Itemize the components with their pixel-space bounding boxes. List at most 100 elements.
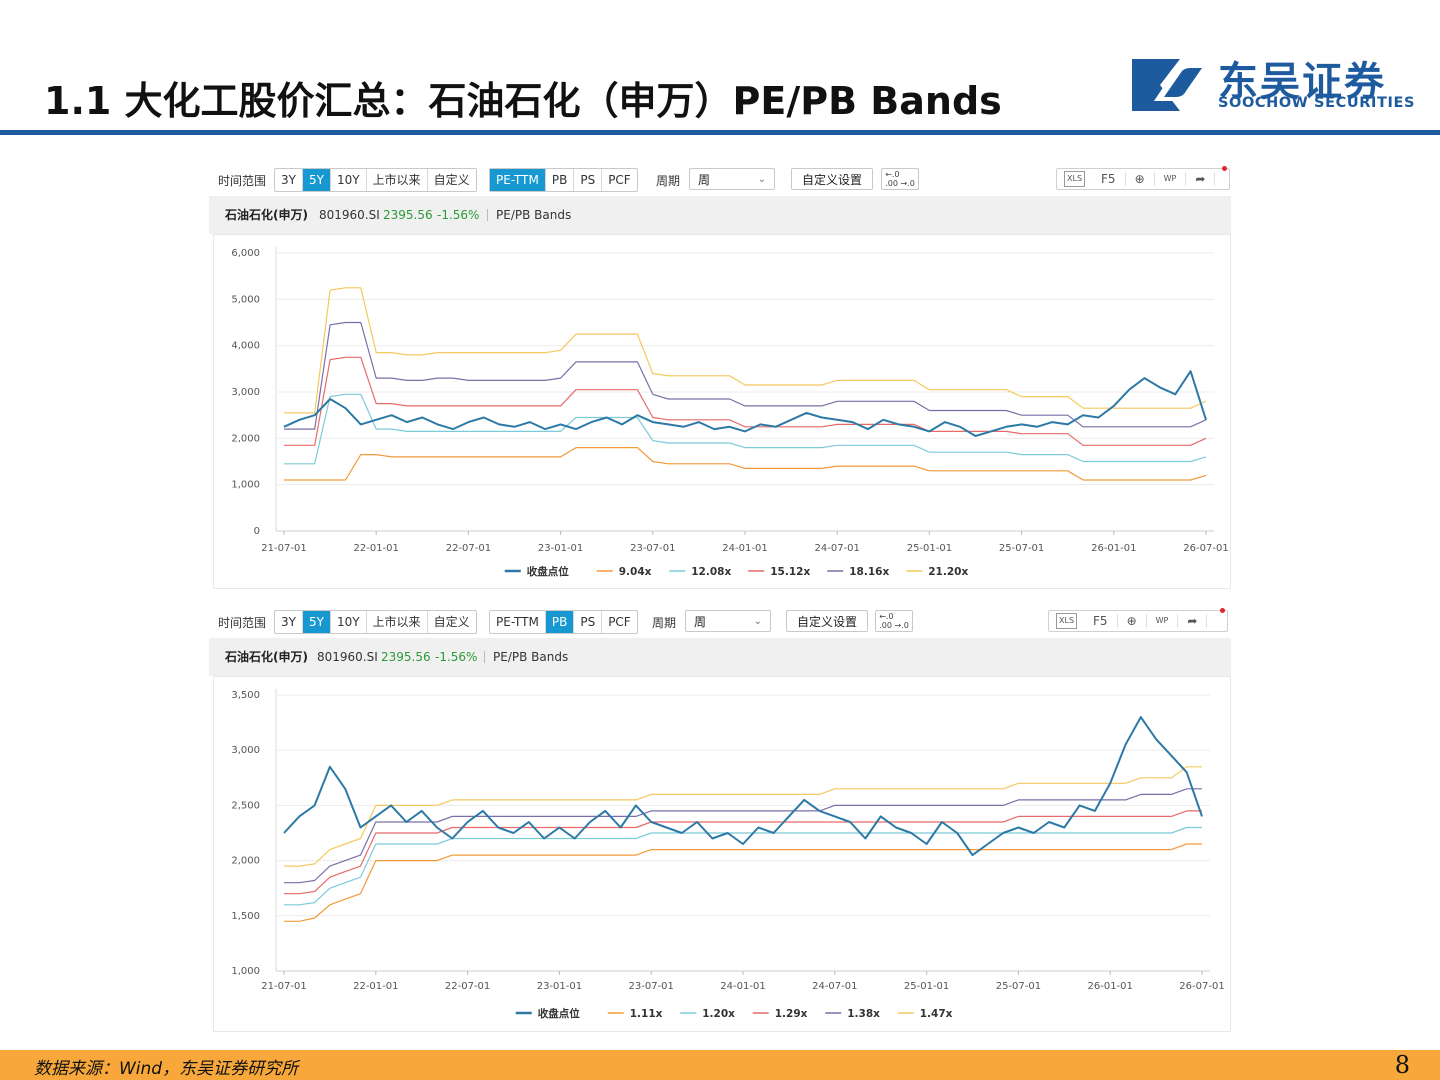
- x-tick-label: 24-01-01: [720, 981, 765, 992]
- legend-label: 1.11x: [630, 1008, 663, 1020]
- series-line-band: [284, 447, 1207, 481]
- period-select[interactable]: 周 ⌄: [685, 610, 771, 632]
- period-select-value: 周: [698, 173, 711, 187]
- range-3y-button[interactable]: 3Y: [275, 169, 303, 191]
- metric-group: PE-TTM PB PS PCF: [489, 610, 638, 634]
- metric-pb-button[interactable]: PB: [545, 611, 575, 633]
- x-tick-label: 25-07-01: [999, 543, 1044, 554]
- y-tick-label: 1,500: [231, 911, 260, 922]
- period-label: 周期: [652, 616, 677, 630]
- zoom-in-icon[interactable]: ⊕: [1126, 172, 1155, 186]
- notification-dot: [1220, 608, 1225, 613]
- legend-label: 21.20x: [928, 566, 968, 578]
- range-5y-button[interactable]: 5Y: [302, 611, 331, 633]
- range-3y-button[interactable]: 3Y: [275, 611, 303, 633]
- security-price: 2395.56: [381, 650, 431, 664]
- pb-chart-box: 1,000 1,500 2,000 2,500 3,000 3,500 21-07-01 22…: [213, 676, 1231, 1032]
- metric-group: PE-TTM PB PS PCF: [489, 168, 638, 192]
- legend-item[interactable]: 收盘点位: [504, 565, 569, 578]
- f5-refresh-button[interactable]: F5: [1092, 172, 1126, 186]
- pe-bands-chart: 0 1,000 2,000 3,000 4,000 5,000 6,000 21-07-01 2…: [231, 247, 1229, 578]
- y-tick-label: 2,000: [231, 433, 260, 444]
- legend-label: 收盘点位: [538, 1007, 580, 1020]
- x-tick-label: 24-07-01: [815, 543, 860, 554]
- time-range-label: 时间范围: [218, 174, 267, 188]
- legend-label: 1.38x: [847, 1008, 880, 1020]
- info-separator: [487, 209, 488, 221]
- legend-label: 收盘点位: [527, 565, 569, 578]
- range-5y-button[interactable]: 5Y: [302, 169, 331, 191]
- security-name: 石油石化(申万): [225, 208, 308, 222]
- legend-item[interactable]: 1.29x: [752, 1008, 808, 1020]
- info-separator: [484, 651, 485, 663]
- legend-item[interactable]: 15.12x: [748, 566, 810, 578]
- range-10y-button[interactable]: 10Y: [331, 611, 367, 633]
- range-since-listing-button[interactable]: 上市以来: [367, 611, 428, 633]
- period-label: 周期: [656, 174, 681, 188]
- pb-bands-panel: 时间范围 3Y 5Y 10Y 上市以来 自定义 PE-TTM PB PS PCF…: [209, 608, 1231, 1032]
- metric-pb-button[interactable]: PB: [546, 169, 575, 191]
- export-xls-icon[interactable]: XLS: [1056, 613, 1078, 629]
- metric-pe-ttm-button[interactable]: PE-TTM: [490, 169, 546, 191]
- metric-pcf-button[interactable]: PCF: [602, 611, 637, 633]
- f5-refresh-button[interactable]: F5: [1084, 614, 1118, 628]
- legend-item[interactable]: 1.47x: [897, 1008, 953, 1020]
- panel-toolbar: 时间范围 3Y 5Y 10Y 上市以来 自定义 PE-TTM PB PS PCF…: [209, 608, 1231, 636]
- custom-settings-button[interactable]: 自定义设置: [791, 168, 874, 190]
- legend-item[interactable]: 1.11x: [607, 1008, 663, 1020]
- period-select[interactable]: 周 ⌄: [689, 168, 775, 190]
- decimal-places-icon[interactable]: ←.0.00 →.0: [881, 168, 919, 190]
- export-xls-icon[interactable]: XLS: [1064, 171, 1086, 187]
- series-line-band: [284, 810, 1202, 895]
- x-tick-label: 25-01-01: [907, 543, 952, 554]
- legend-item[interactable]: 1.20x: [680, 1008, 735, 1020]
- x-tick-label: 22-01-01: [353, 981, 398, 992]
- zoom-in-icon[interactable]: ⊕: [1118, 614, 1147, 628]
- metric-pcf-button[interactable]: PCF: [602, 169, 637, 191]
- legend-label: 12.08x: [691, 566, 731, 578]
- x-tick-label: 21-07-01: [261, 981, 306, 992]
- company-logo: 东吴证券 SOOCHOW SECURITIES: [1130, 55, 1414, 117]
- legend-label: 1.20x: [702, 1008, 735, 1020]
- y-tick-label: 3,000: [231, 387, 260, 398]
- legend-label: 15.12x: [770, 566, 810, 578]
- metric-ps-button[interactable]: PS: [574, 611, 603, 633]
- x-tick-label: 23-07-01: [629, 981, 674, 992]
- legend-item[interactable]: 收盘点位: [515, 1007, 580, 1020]
- range-custom-button[interactable]: 自定义: [428, 611, 476, 633]
- legend-item[interactable]: 1.38x: [825, 1008, 880, 1020]
- y-tick-label: 2,500: [231, 800, 260, 811]
- legend-item[interactable]: 9.04x: [596, 566, 652, 578]
- range-10y-button[interactable]: 10Y: [331, 169, 367, 191]
- metric-ps-button[interactable]: PS: [574, 169, 603, 191]
- series-line-band: [284, 826, 1202, 906]
- metric-pe-ttm-button[interactable]: PE-TTM: [490, 611, 546, 633]
- soochow-logo-icon: [1132, 59, 1206, 111]
- share-icon[interactable]: ➦: [1178, 614, 1208, 628]
- panel-toolbar: 时间范围 3Y 5Y 10Y 上市以来 自定义 PE-TTM PB PS PCF…: [209, 166, 1231, 194]
- legend-item[interactable]: 12.08x: [669, 566, 731, 578]
- security-code: 801960.SI: [319, 208, 380, 222]
- security-code: 801960.SI: [317, 650, 378, 664]
- range-custom-button[interactable]: 自定义: [428, 169, 476, 191]
- x-tick-label: 23-01-01: [537, 981, 582, 992]
- y-tick-label: 6,000: [231, 248, 260, 259]
- period-select-value: 周: [694, 615, 707, 629]
- decimal-places-icon[interactable]: ←.0.00 →.0: [875, 610, 913, 632]
- custom-settings-button[interactable]: 自定义设置: [786, 610, 869, 632]
- security-change: -1.56%: [435, 650, 478, 664]
- slide-title: 1.1 大化工股价汇总：石油石化（申万）PE/PB Bands: [44, 79, 1002, 123]
- y-tick-label: 2,000: [231, 856, 260, 867]
- legend-label: 18.16x: [849, 566, 889, 578]
- time-range-group: 3Y 5Y 10Y 上市以来 自定义: [274, 610, 477, 634]
- legend-item[interactable]: 18.16x: [827, 566, 889, 578]
- page-number: 8: [1394, 1051, 1410, 1079]
- range-since-listing-button[interactable]: 上市以来: [367, 169, 428, 191]
- x-tick-label: 21-07-01: [261, 543, 306, 554]
- share-icon[interactable]: ➦: [1186, 172, 1216, 186]
- chart-type-label: PE/PB Bands: [493, 650, 569, 664]
- legend-item[interactable]: 21.20x: [906, 566, 968, 578]
- export-wp-icon[interactable]: WP: [1147, 614, 1179, 628]
- export-wp-icon[interactable]: WP: [1155, 172, 1187, 186]
- series-line-band: [284, 393, 1207, 465]
